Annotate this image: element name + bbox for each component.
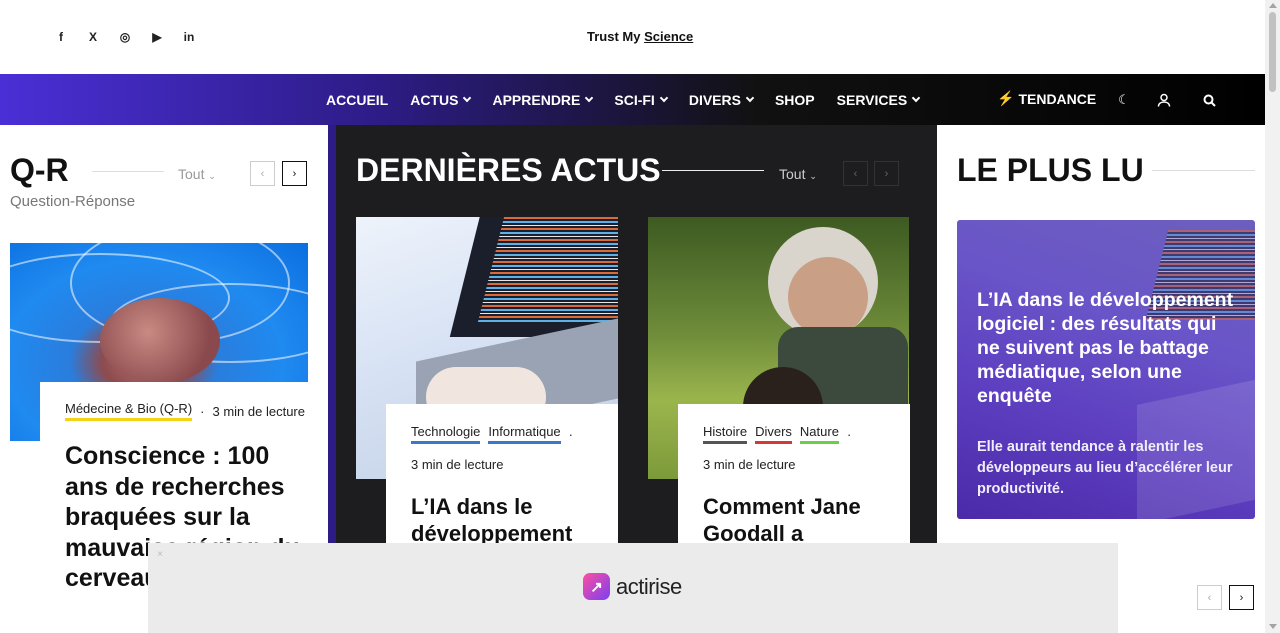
scroll-up-arrow-icon[interactable]: [1269, 3, 1277, 8]
main-nav: ACCUEIL ACTUS APPRENDRE SCI-FI DIVERS SH…: [0, 74, 1265, 125]
category-tag[interactable]: Divers: [755, 424, 792, 444]
nav-label: APPRENDRE: [492, 91, 581, 108]
prev-button[interactable]: ‹: [843, 161, 868, 186]
facebook-icon[interactable]: f: [52, 28, 70, 46]
next-button[interactable]: ›: [1229, 585, 1254, 610]
scrollbar[interactable]: [1265, 0, 1280, 633]
divider: [92, 171, 164, 172]
nav-item-actus[interactable]: ACTUS: [410, 91, 472, 108]
readtime: 3 min de lecture: [212, 403, 306, 419]
nav-item-shop[interactable]: SHOP: [775, 92, 815, 108]
chevron-down-icon: [659, 93, 669, 102]
separator: ·: [568, 426, 573, 442]
x-icon[interactable]: X: [84, 28, 102, 46]
article-headline[interactable]: L’IA dans le développement: [411, 493, 611, 547]
filter-label: Tout: [779, 166, 806, 182]
search-icon[interactable]: [1200, 91, 1218, 109]
category-tag[interactable]: Nature: [799, 424, 839, 444]
separator: ·: [846, 426, 852, 442]
bolt-icon: ⚡: [997, 90, 1015, 106]
filter-label: Tout: [178, 166, 205, 182]
article-headline[interactable]: Comment Jane Goodall a: [703, 493, 903, 547]
youtube-icon[interactable]: ▶: [148, 28, 166, 46]
site-logo[interactable]: Trust My Science: [587, 29, 693, 44]
category-tag[interactable]: Médecine & Bio (Q-R): [65, 401, 193, 421]
ad-brand: actirise: [616, 573, 682, 599]
scroll-down-arrow-icon[interactable]: [1269, 624, 1277, 629]
readtime: 3 min de lecture: [411, 457, 504, 472]
chevron-down-icon: [585, 93, 594, 102]
next-button[interactable]: ›: [282, 161, 307, 186]
linkedin-icon[interactable]: in: [180, 28, 198, 46]
section-subtitle: Question-Réponse: [10, 193, 136, 210]
nav-label: ACTUS: [410, 91, 459, 108]
divider: [1152, 170, 1255, 171]
article-tags: Technologie Informatique ·: [411, 424, 573, 444]
nav-item-tendance[interactable]: ⚡ TENDANCE: [997, 90, 1096, 107]
prev-button[interactable]: ‹: [250, 161, 275, 186]
next-button[interactable]: ›: [874, 161, 899, 186]
filter-dropdown[interactable]: Tout ⌄: [178, 166, 216, 182]
chevron-down-icon: [463, 93, 472, 102]
prev-button[interactable]: ‹: [1197, 585, 1222, 610]
chevron-down-icon: ⌄: [208, 171, 216, 181]
site-name-part1: Trust My: [587, 29, 641, 44]
nav-label: ACCUEIL: [326, 91, 389, 108]
instagram-icon[interactable]: ◎: [116, 28, 134, 46]
divider: [662, 170, 764, 171]
nav-label: SCI-FI: [614, 91, 655, 108]
section-title-latest: DERNIÈRES ACTUS: [356, 152, 661, 188]
article-tags: Histoire Divers Nature ·: [703, 424, 851, 444]
section-title-popular: LE PLUS LU: [957, 152, 1144, 188]
category-tag[interactable]: Informatique: [488, 424, 561, 444]
nav-item-services[interactable]: SERVICES: [836, 91, 921, 108]
chevron-down-icon: [745, 93, 755, 102]
actirise-logo-icon: ↗: [583, 573, 610, 600]
site-name-part2: Science: [644, 29, 694, 44]
featured-headline[interactable]: L’IA dans le développement logiciel : de…: [977, 288, 1239, 408]
moon-icon[interactable]: ☾: [1115, 91, 1133, 109]
user-icon[interactable]: [1155, 91, 1173, 109]
top-bar: f X ◎ ▶ in Trust My Science: [0, 0, 1265, 74]
readtime: 3 min de lecture: [703, 457, 796, 472]
chevron-down-icon: ⌄: [809, 171, 817, 181]
nav-label: SHOP: [774, 91, 815, 108]
nav-item-scifi[interactable]: SCI-FI: [614, 91, 669, 108]
ad-logo: ↗ actirise: [583, 573, 682, 600]
social-links: f X ◎ ▶ in: [52, 28, 198, 46]
section-title-qr: Q-R: [10, 152, 69, 188]
nav-item-apprendre[interactable]: APPRENDRE: [492, 91, 594, 108]
article-meta: Médecine & Bio (Q-R) · 3 min de lecture: [65, 401, 305, 421]
filter-dropdown[interactable]: Tout ⌄: [779, 166, 817, 182]
nav-label: DIVERS: [688, 91, 741, 108]
ad-banner[interactable]: × ↗ actirise: [148, 543, 1118, 633]
close-icon[interactable]: ×: [152, 546, 168, 562]
separator: ·: [200, 403, 205, 419]
nav-item-divers[interactable]: DIVERS: [688, 91, 755, 108]
nav-item-accueil[interactable]: ACCUEIL: [326, 92, 388, 108]
featured-description: Elle aurait tendance à ralentir les déve…: [977, 439, 1233, 497]
category-tag[interactable]: Technologie: [411, 424, 481, 444]
nav-label: SERVICES: [836, 91, 908, 108]
chevron-down-icon: [911, 93, 921, 102]
scrollbar-thumb[interactable]: [1269, 12, 1276, 92]
nav-label: TENDANCE: [1018, 90, 1097, 107]
category-tag[interactable]: Histoire: [703, 424, 748, 444]
